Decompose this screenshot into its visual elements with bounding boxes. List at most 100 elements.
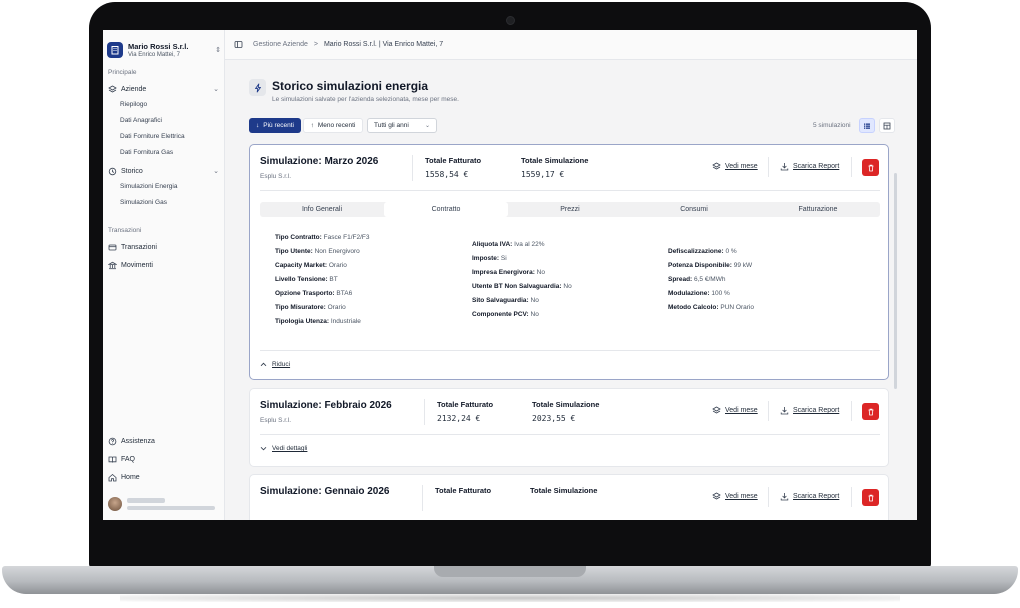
delete-button[interactable] <box>862 403 879 420</box>
delete-button[interactable] <box>862 489 879 506</box>
book-icon <box>107 454 117 464</box>
detail-value: Industriale <box>330 318 361 325</box>
sort-old-button[interactable]: ↑ Meno recenti <box>303 118 363 133</box>
user-profile[interactable] <box>108 497 215 511</box>
sidebar-item-label: FAQ <box>121 455 136 463</box>
sidebar-sub-dati-anagrafici[interactable]: Dati Anagrafici <box>120 117 162 124</box>
detail-label: Modulazione: <box>668 290 710 297</box>
sidebar-item-transazioni[interactable]: Transazioni <box>107 240 219 254</box>
detail-value: Fasce F1/F2/F3 <box>323 234 370 241</box>
chevron-down-icon: ⌄ <box>213 168 219 175</box>
sidebar-item-storico[interactable]: Storico ⌄ <box>107 164 219 178</box>
detail-value: 6,5 €/MWh <box>694 276 726 283</box>
year-select[interactable]: Tutti gli anni ⌄ <box>367 118 437 133</box>
detail-value: Orario <box>328 262 347 269</box>
sidebar-sub-dati-fornitura-gas[interactable]: Dati Fornitura Gas <box>120 149 173 156</box>
scarica-report-link[interactable]: Scarica Report <box>780 162 839 171</box>
sidebar-toggle-icon[interactable] <box>234 40 243 49</box>
detail-label: Tipologia Utenza: <box>275 318 330 325</box>
trash-icon <box>867 494 875 502</box>
scrollbar[interactable] <box>894 173 897 389</box>
riduci-link[interactable]: Riduci <box>260 361 290 368</box>
vedi-mese-link[interactable]: Vedi mese <box>712 162 758 171</box>
sidebar-item-home[interactable]: Home <box>107 470 219 484</box>
totale-fatturato-label: Totale Fatturato <box>437 400 494 409</box>
totale-simulazione-value: 2023,55 € <box>532 414 576 423</box>
totale-fatturato-value: 2132,24 € <box>437 414 481 423</box>
delete-button[interactable] <box>862 159 879 176</box>
year-select-value: Tutti gli anni <box>374 122 409 129</box>
sidebar-item-aziende[interactable]: Aziende ⌄ <box>107 82 219 96</box>
vedi-mese-link[interactable]: Vedi mese <box>712 492 758 501</box>
sidebar: Mario Rossi S.r.l. Via Enrico Mattei, 7 … <box>103 30 225 520</box>
totale-simulazione-label: Totale Simulazione <box>521 156 589 165</box>
detail-label: Tipo Utente: <box>275 248 313 255</box>
detail-row: Livello Tensione: BT <box>275 273 370 287</box>
detail-label: Opzione Trasporto: <box>275 290 335 297</box>
tab-prezzi[interactable]: Prezzi <box>508 202 632 217</box>
avatar <box>108 497 122 511</box>
tab-fatturazione[interactable]: Fatturazione <box>756 202 880 217</box>
detail-row: Tipo Utente: Non Energivoro <box>275 245 370 259</box>
layers-icon <box>107 84 117 94</box>
detail-value: PUN Orario <box>720 304 754 311</box>
detail-label: Tipo Contratto: <box>275 234 322 241</box>
simulation-org: Esplu S.r.l. <box>260 173 292 180</box>
detail-value: Orario <box>327 304 346 311</box>
detail-value: No <box>530 297 539 304</box>
totale-fatturato-label: Totale Fatturato <box>425 156 482 165</box>
laptop-camera <box>506 16 515 25</box>
arrow-up-icon: ↑ <box>310 122 314 129</box>
detail-row: Spread: 6,5 €/MWh <box>668 273 754 287</box>
chevron-up-icon <box>260 361 267 368</box>
sidebar-sub-simulazioni-energia[interactable]: Simulazioni Energia <box>120 183 177 190</box>
sort-recent-button[interactable]: ↓ Più recenti <box>249 118 301 133</box>
detail-label: Sito Salvaguardia: <box>472 297 529 304</box>
divider <box>851 401 852 421</box>
totale-simulazione-label: Totale Simulazione <box>530 486 598 495</box>
breadcrumb-root[interactable]: Gestione Aziende <box>253 41 308 48</box>
detail-tabs: Info Generali Contratto Prezzi Consumi F… <box>260 202 880 217</box>
detail-row: Impresa Energivora: No <box>472 266 572 280</box>
tab-info-generali[interactable]: Info Generali <box>260 202 384 217</box>
main-content: Storico simulazioni energia Le simulazio… <box>225 60 917 520</box>
divider <box>260 434 880 435</box>
vedi-mese-link[interactable]: Vedi mese <box>712 406 758 415</box>
sidebar-sub-simulazioni-gas[interactable]: Simulazioni Gas <box>120 199 167 206</box>
detail-label: Metodo Calcolo: <box>668 304 719 311</box>
detail-row: Modulazione: 100 % <box>668 287 754 301</box>
detail-row: Tipo Misuratore: Orario <box>275 301 370 315</box>
sidebar-sub-riepilogo[interactable]: Riepilogo <box>120 101 147 108</box>
tab-contratto[interactable]: Contratto <box>384 202 508 217</box>
home-icon <box>107 472 117 482</box>
divider <box>260 190 880 191</box>
detail-row: Metodo Calcolo: PUN Orario <box>668 301 754 315</box>
scarica-report-link[interactable]: Scarica Report <box>780 406 839 415</box>
divider <box>422 485 423 511</box>
detail-column-3: Defiscalizzazione: 0 % Potenza Disponibi… <box>668 245 754 315</box>
layers-icon <box>712 406 721 415</box>
tab-consumi[interactable]: Consumi <box>632 202 756 217</box>
sidebar-item-movimenti[interactable]: Movimenti <box>107 258 219 272</box>
page-subtitle: Le simulazioni salvate per l'azienda sel… <box>272 96 459 103</box>
sidebar-item-label: Assistenza <box>121 437 155 445</box>
list-view-button[interactable] <box>859 118 875 133</box>
download-icon <box>780 406 789 415</box>
detail-label: Imposte: <box>472 255 500 262</box>
divider <box>424 399 425 425</box>
simulation-title: Simulazione: Gennaio 2026 <box>260 486 390 497</box>
sidebar-sub-dati-forniture-elettrica[interactable]: Dati Forniture Elettrica <box>120 133 185 140</box>
simulation-card: Simulazione: Gennaio 2026 Totale Fattura… <box>249 474 889 520</box>
detail-value: 0 % <box>725 248 737 255</box>
detail-label: Defiscalizzazione: <box>668 248 724 255</box>
table-view-button[interactable] <box>879 118 895 133</box>
totale-simulazione-value: 1559,17 € <box>521 170 565 179</box>
company-switcher[interactable]: Mario Rossi S.r.l. Via Enrico Mattei, 7 … <box>107 36 221 64</box>
totale-fatturato-label: Totale Fatturato <box>435 486 492 495</box>
scarica-report-link[interactable]: Scarica Report <box>780 492 839 501</box>
sidebar-item-faq[interactable]: FAQ <box>107 452 219 466</box>
vedi-dettagli-link[interactable]: Vedi dettagli <box>260 445 307 452</box>
detail-value: BT <box>329 276 338 283</box>
chevron-updown-icon: ⇕ <box>215 47 221 54</box>
sidebar-item-assistenza[interactable]: Assistenza <box>107 434 219 448</box>
